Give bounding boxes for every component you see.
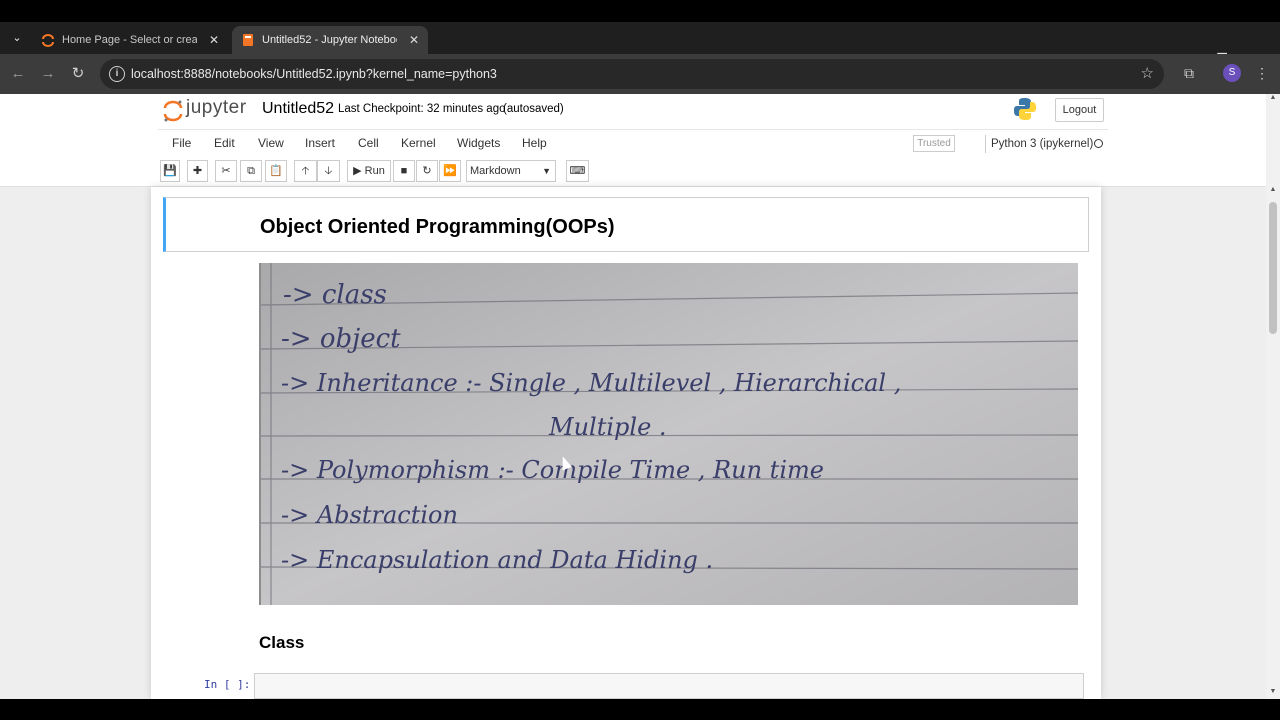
- scroll-down-icon[interactable]: ▼: [1269, 688, 1277, 695]
- run-button[interactable]: ▶ Run: [347, 160, 391, 182]
- tab-search-icon[interactable]: ⌄: [6, 27, 28, 49]
- url-text: localhost:8888/notebooks/Untitled52.ipyn…: [131, 67, 497, 81]
- python-logo-icon: [1014, 98, 1036, 120]
- screen-top-bar: [0, 0, 1280, 22]
- address-bar: ← → ↻ i localhost:8888/notebooks/Untitle…: [0, 54, 1280, 94]
- restart-run-all-icon[interactable]: ⏩: [439, 160, 461, 182]
- menu-kernel[interactable]: Kernel: [401, 136, 436, 150]
- close-icon[interactable]: ✕: [409, 26, 419, 54]
- browser-menu-icon[interactable]: ⋮: [1255, 62, 1269, 84]
- code-cell-input[interactable]: [254, 673, 1084, 699]
- input-prompt: In [ ]:: [204, 678, 251, 691]
- last-checkpoint: Last Checkpoint: 32 minutes ago: [338, 103, 506, 115]
- note-line-6: -> Abstraction: [281, 501, 458, 529]
- move-down-icon[interactable]: 🡣: [317, 160, 340, 182]
- heading-class: Class: [259, 633, 305, 652]
- cell-type-select[interactable]: Markdown ▼: [466, 160, 556, 182]
- forward-icon[interactable]: →: [36, 62, 60, 86]
- jupyter-logo-text: jupyter: [186, 97, 247, 118]
- note-line-2: -> object: [281, 324, 401, 354]
- menu-widgets[interactable]: Widgets: [457, 136, 500, 150]
- cell-type-value: Markdown: [470, 165, 521, 177]
- copy-icon[interactable]: ⧉: [240, 160, 262, 182]
- run-label: Run: [364, 165, 385, 177]
- insert-cell-icon[interactable]: ✚: [187, 160, 208, 182]
- screen-bottom-bar: [0, 699, 1280, 720]
- cut-icon[interactable]: ✂: [215, 160, 237, 182]
- profile-avatar[interactable]: S: [1223, 64, 1241, 82]
- stop-icon[interactable]: ■: [393, 160, 415, 182]
- move-up-icon[interactable]: 🡡: [294, 160, 317, 182]
- browser-tab-strip: ⌄ Home Page - Select or create a noteboo…: [0, 22, 1280, 70]
- close-icon[interactable]: ✕: [209, 26, 219, 54]
- jupyter-page: jupyter Untitled52 Last Checkpoint: 32 m…: [0, 94, 1280, 699]
- tab-untitled52[interactable]: Untitled52 - Jupyter Notebook ✕: [232, 26, 428, 54]
- tab-home-label: Home Page - Select or create a notebook: [62, 34, 197, 46]
- extensions-icon[interactable]: ⧉: [1178, 62, 1200, 84]
- trusted-badge[interactable]: Trusted: [913, 135, 955, 152]
- keyboard-icon[interactable]: ⌨: [566, 160, 589, 182]
- menu-help[interactable]: Help: [522, 136, 547, 150]
- page-scrollbar[interactable]: ▲ ▲ ▼: [1266, 94, 1280, 699]
- notebook-toolbar: 💾 ✚ ✂ ⧉ 📋 🡡 🡣 ▶ Run ■ ↻ ⏩ Markdown ▼ ⌨: [158, 160, 1108, 184]
- reload-icon[interactable]: ↻: [66, 62, 90, 86]
- bookmark-star-icon[interactable]: ☆: [1141, 59, 1154, 89]
- back-icon[interactable]: ←: [6, 62, 30, 86]
- notebook-container: Object Oriented Programming(OOPs) -> cla…: [151, 187, 1101, 699]
- note-line-3: -> Inheritance :- Single , Multilevel , …: [281, 369, 901, 397]
- autosave-status: (autosaved): [503, 103, 564, 115]
- menu-cell[interactable]: Cell: [358, 136, 379, 150]
- notebook-name[interactable]: Untitled52: [262, 100, 334, 118]
- notebook-favicon-icon: [243, 34, 253, 46]
- jupyter-logo-icon[interactable]: [160, 98, 186, 124]
- tab-untitled52-label: Untitled52 - Jupyter Notebook: [262, 34, 397, 46]
- menu-file[interactable]: File: [172, 136, 191, 150]
- jupyter-favicon-icon: [42, 34, 54, 47]
- menu-bar: File Edit View Insert Cell Kernel Widget…: [158, 129, 1108, 157]
- chevron-down-icon: ▼: [542, 166, 551, 176]
- save-icon[interactable]: 💾: [160, 160, 180, 182]
- kernel-idle-icon: [1094, 139, 1103, 148]
- note-line-4: Multiple .: [548, 413, 667, 441]
- handwritten-notes-image: -> class -> object -> Inheritance :- Sin…: [259, 263, 1078, 605]
- tab-home-page[interactable]: Home Page - Select or create a notebook …: [32, 26, 228, 54]
- scroll-up-arrow-icon[interactable]: ▲: [1269, 94, 1277, 106]
- menu-view[interactable]: View: [258, 136, 284, 150]
- paste-icon[interactable]: 📋: [265, 160, 287, 182]
- menu-insert[interactable]: Insert: [305, 136, 335, 150]
- scroll-up-icon[interactable]: ▲: [1269, 186, 1277, 193]
- menu-edit[interactable]: Edit: [214, 136, 235, 150]
- note-line-5: -> Polymorphism :- Compile Time , Run ti…: [281, 456, 824, 484]
- jupyter-header: jupyter Untitled52 Last Checkpoint: 32 m…: [0, 94, 1266, 187]
- scroll-thumb[interactable]: [1269, 202, 1277, 334]
- url-input[interactable]: i localhost:8888/notebooks/Untitled52.ip…: [100, 59, 1164, 89]
- note-line-7: -> Encapsulation and Data Hiding .: [281, 546, 713, 574]
- kernel-name[interactable]: Python 3 (ipykernel): [985, 135, 1093, 153]
- note-line-1: -> class: [283, 280, 387, 310]
- markdown-cell-selected[interactable]: Object Oriented Programming(OOPs): [163, 197, 1089, 252]
- site-info-icon[interactable]: i: [109, 66, 125, 82]
- restart-icon[interactable]: ↻: [416, 160, 438, 182]
- notes-drawing: -> class -> object -> Inheritance :- Sin…: [261, 263, 1078, 605]
- heading-oops: Object Oriented Programming(OOPs): [260, 216, 615, 238]
- logout-button[interactable]: Logout: [1055, 98, 1104, 122]
